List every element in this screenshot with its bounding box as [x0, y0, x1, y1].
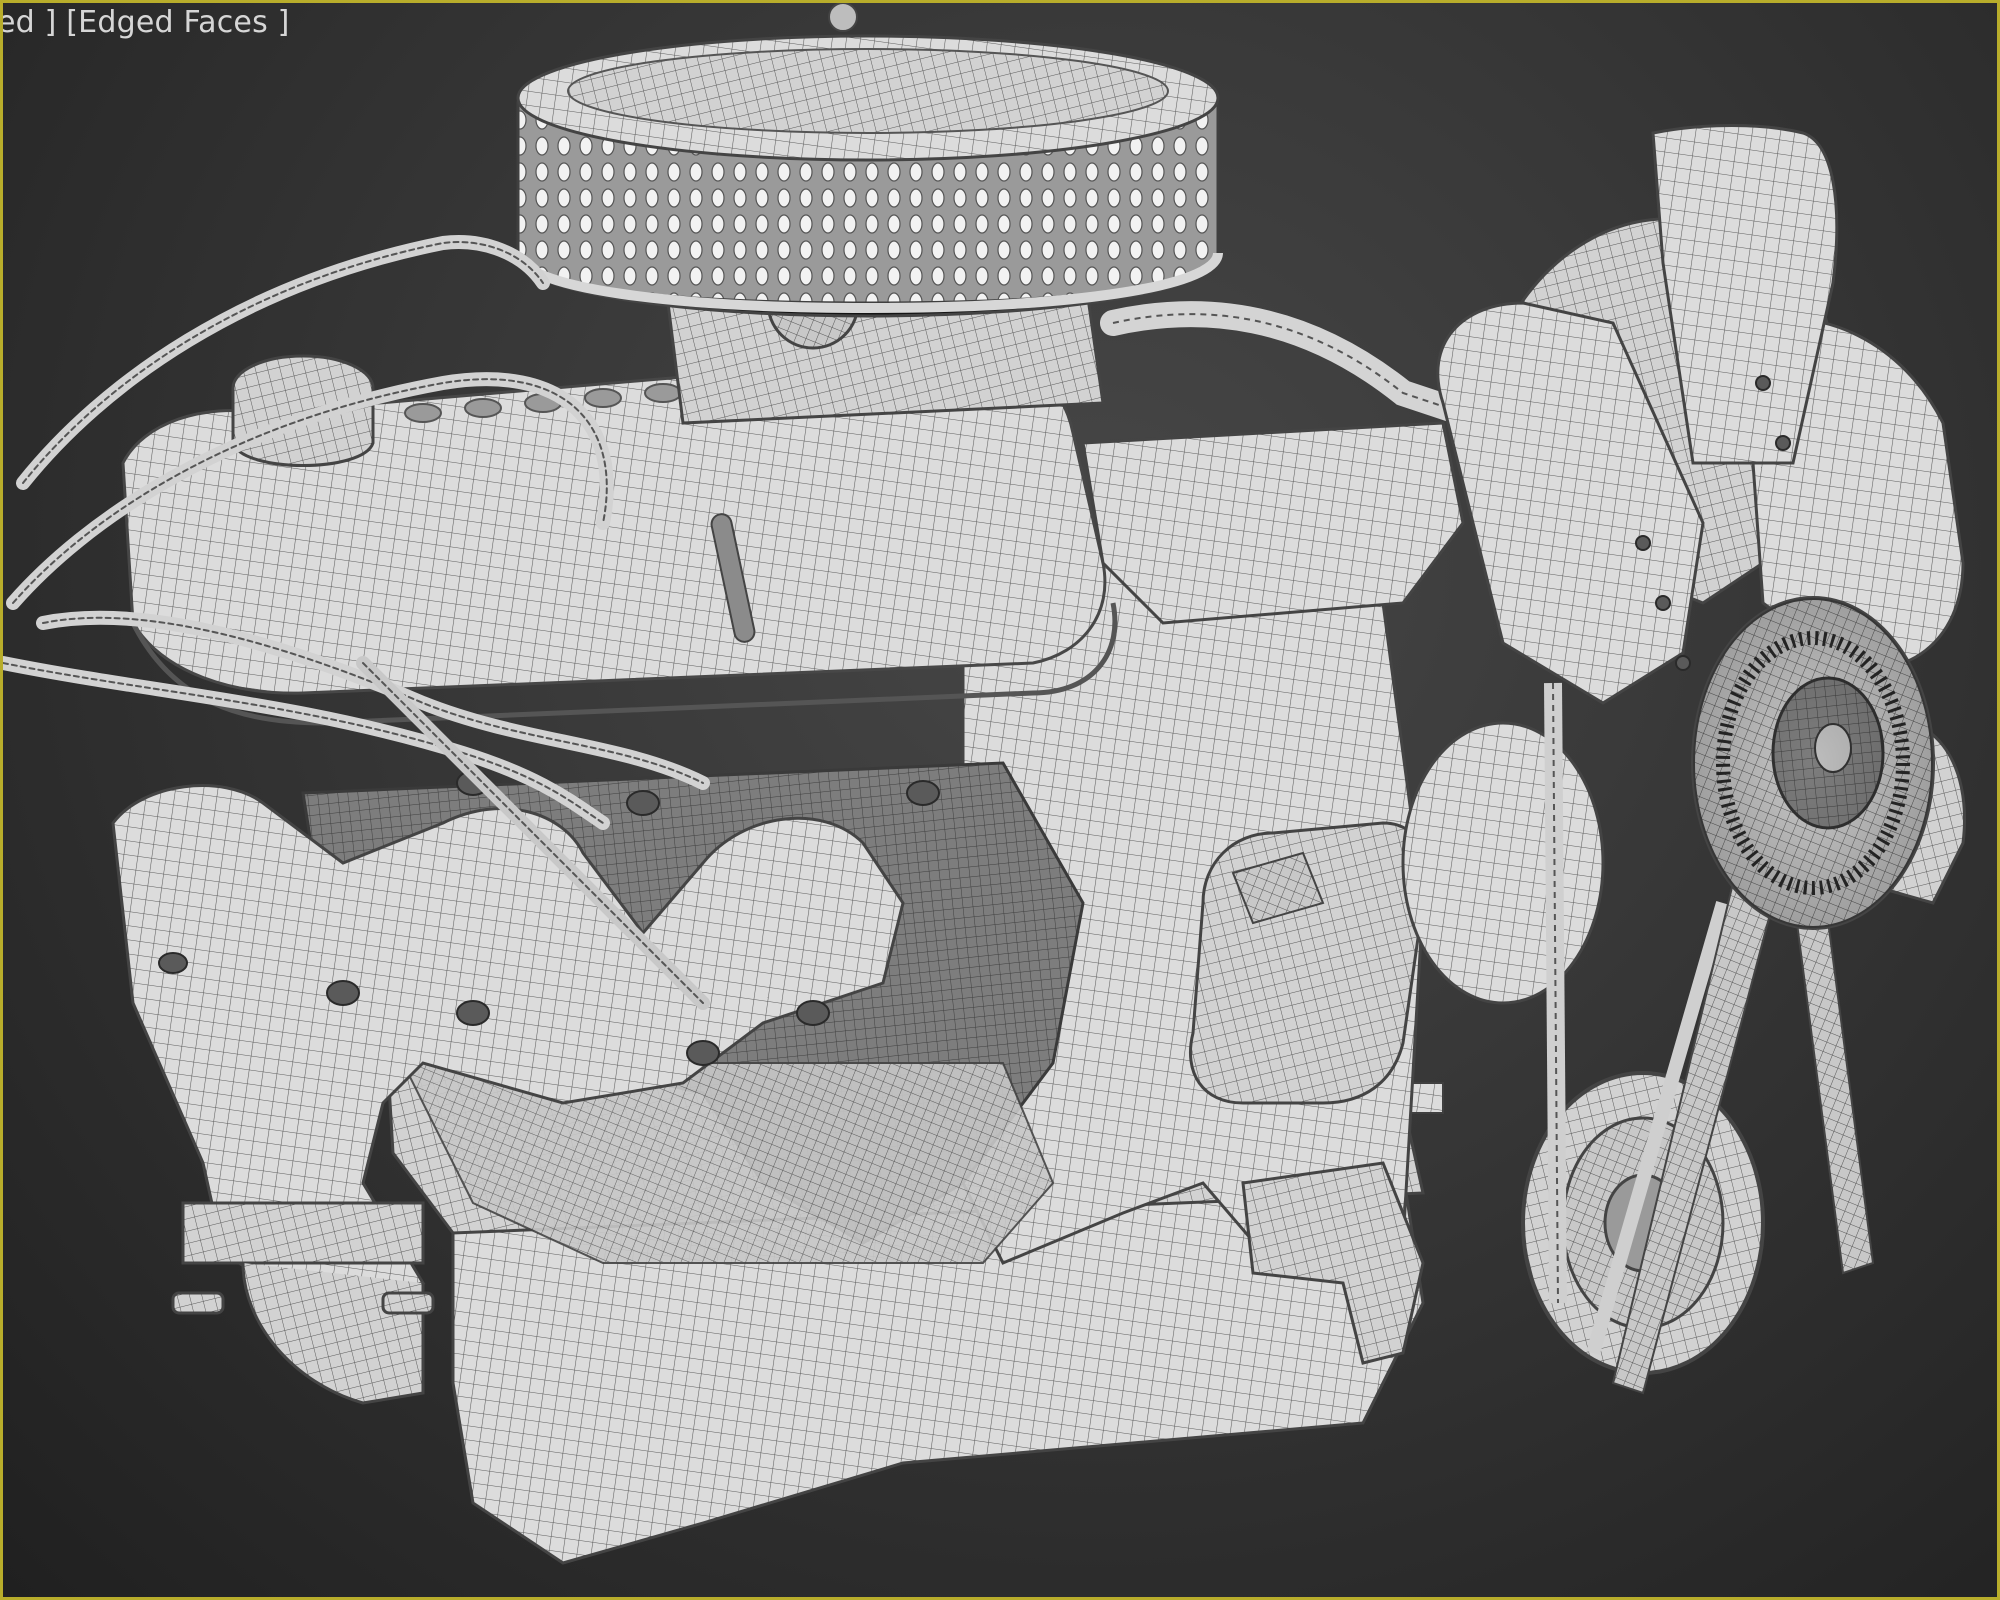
- intake-manifold: [1081, 301, 1476, 625]
- air-filter: [513, 3, 1223, 318]
- 3d-viewport[interactable]: ed ] [Edged Faces ]: [0, 0, 2000, 1600]
- fan-clutch: [1691, 596, 1935, 930]
- engine-model[interactable]: [3, 3, 2000, 1600]
- alternator: [1401, 721, 1605, 1005]
- viewport-shading-label[interactable]: ed ] [Edged Faces ]: [3, 5, 290, 40]
- water-outlet: [1188, 821, 1429, 1105]
